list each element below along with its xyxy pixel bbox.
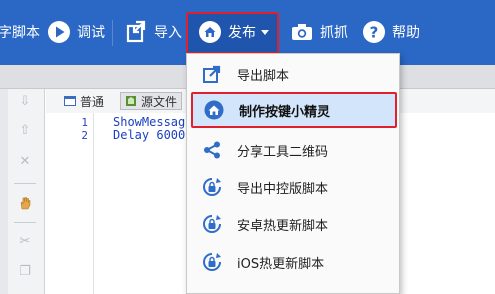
menu-item-label: 导出中控版脚本 bbox=[237, 181, 329, 197]
menu-item-export-control-script[interactable]: 导出中控版脚本 bbox=[187, 169, 399, 205]
debug-label: 调试 bbox=[77, 25, 105, 41]
tab-source-label: 源文件 bbox=[141, 94, 178, 109]
menu-item-make-sprite[interactable]: 制作按键小精灵 bbox=[191, 92, 397, 128]
publish-label: 发布 bbox=[228, 25, 256, 41]
tab-normal[interactable]: 普通 bbox=[60, 92, 108, 110]
menu-item-label: 导出脚本 bbox=[237, 68, 290, 84]
move-down-icon[interactable]: ⇩ bbox=[18, 95, 32, 109]
help-icon: ? bbox=[362, 20, 386, 44]
delete-icon[interactable]: ✕ bbox=[18, 155, 32, 169]
import-icon bbox=[124, 20, 148, 44]
house-icon bbox=[198, 20, 222, 44]
debug-button[interactable]: 调试 bbox=[47, 16, 105, 48]
script-button-label: 脚本 bbox=[12, 25, 40, 41]
lock-refresh-icon bbox=[202, 177, 222, 197]
svg-text:?: ? bbox=[370, 24, 379, 42]
menu-item-android-hot-update[interactable]: 安卓热更新脚本 bbox=[187, 206, 399, 242]
capture-button[interactable]: 抓抓 bbox=[290, 16, 348, 48]
script-button[interactable]: 字脚本 bbox=[0, 16, 40, 48]
code-line[interactable]: Delay 6000 bbox=[113, 128, 185, 142]
publish-button-content[interactable]: 发布 bbox=[198, 16, 269, 48]
copy-icon[interactable]: ❐ bbox=[18, 265, 32, 279]
publish-dropdown-menu: 导出脚本 制作按键小精灵 分享工具二维码 导出中控版脚本 安卓热更新脚本 iOS… bbox=[186, 53, 400, 294]
menu-item-label: 安卓热更新脚本 bbox=[237, 218, 329, 234]
source-file-icon bbox=[126, 96, 136, 106]
lock-refresh-icon bbox=[202, 252, 222, 272]
house-icon bbox=[204, 100, 224, 120]
menu-item-export-script[interactable]: 导出脚本 bbox=[187, 56, 399, 92]
help-label: 帮助 bbox=[392, 25, 420, 41]
capture-label: 抓抓 bbox=[320, 25, 348, 41]
menu-item-label: iOS热更新脚本 bbox=[237, 256, 325, 272]
hand-icon[interactable] bbox=[18, 196, 32, 210]
menu-item-label: 分享工具二维码 bbox=[237, 144, 329, 160]
script-button-partial-label: 字 bbox=[0, 25, 12, 41]
help-button[interactable]: ? 帮助 bbox=[362, 16, 420, 48]
tab-source-file[interactable]: 源文件 bbox=[120, 92, 183, 110]
menu-item-ios-hot-update[interactable]: iOS热更新脚本 bbox=[187, 244, 399, 280]
menu-item-share-qrcode[interactable]: 分享工具二维码 bbox=[187, 132, 399, 168]
share-icon bbox=[202, 140, 222, 160]
move-up-icon[interactable]: ⇧ bbox=[18, 124, 32, 138]
line-number: 1 bbox=[81, 116, 88, 129]
menu-item-label: 制作按键小精灵 bbox=[239, 104, 331, 120]
tab-normal-label: 普通 bbox=[80, 94, 105, 109]
export-icon bbox=[202, 64, 222, 84]
code-line[interactable]: ShowMessage bbox=[113, 115, 192, 129]
import-label: 导入 bbox=[154, 25, 182, 41]
play-icon bbox=[47, 20, 71, 44]
line-number: 2 bbox=[81, 129, 88, 142]
camera-icon bbox=[290, 22, 314, 42]
cut-icon[interactable]: ✂ bbox=[18, 235, 32, 249]
side-separator bbox=[14, 222, 36, 223]
caret-down-icon bbox=[261, 24, 269, 40]
side-panel-edge bbox=[0, 89, 8, 294]
window-icon bbox=[64, 96, 76, 106]
side-separator bbox=[14, 183, 36, 184]
import-button[interactable]: 导入 bbox=[124, 16, 182, 48]
toolbar-separator bbox=[112, 20, 113, 46]
lock-refresh-icon bbox=[202, 214, 222, 234]
